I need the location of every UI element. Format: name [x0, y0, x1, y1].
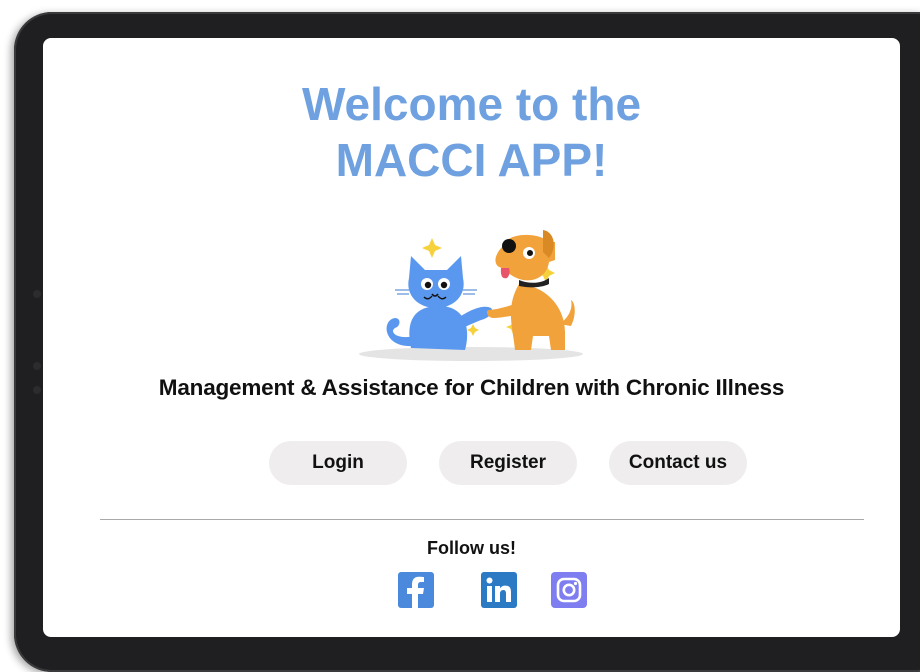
cat-and-dog-illustration: [359, 230, 583, 361]
linkedin-icon[interactable]: [481, 572, 517, 608]
sensor-dot: [33, 362, 41, 370]
page-title: Welcome to the MACCI APP!: [43, 76, 900, 188]
app-screen: Welcome to the MACCI APP! Management & A…: [43, 38, 900, 637]
divider: [100, 519, 864, 520]
camera-dot: [33, 290, 41, 298]
title-line-2: MACCI APP!: [335, 134, 608, 186]
register-button[interactable]: Register: [439, 441, 577, 485]
title-line-1: Welcome to the: [301, 78, 642, 130]
contact-us-button[interactable]: Contact us: [609, 441, 747, 485]
sensor-dot: [33, 386, 41, 394]
facebook-icon[interactable]: [398, 572, 434, 608]
app-subtitle: Management & Assistance for Children wit…: [158, 375, 785, 400]
login-button[interactable]: Login: [269, 441, 407, 485]
follow-us-label: Follow us!: [427, 538, 516, 558]
instagram-icon[interactable]: [551, 572, 587, 608]
